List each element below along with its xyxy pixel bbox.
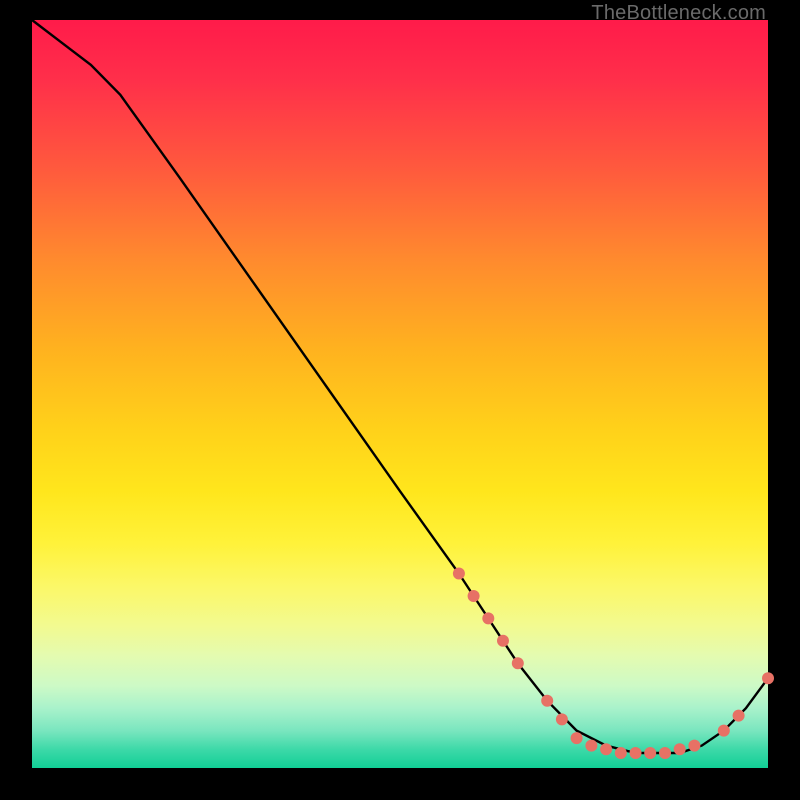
data-point bbox=[630, 747, 642, 759]
data-point bbox=[688, 740, 700, 752]
data-point bbox=[468, 590, 480, 602]
watermark-text: TheBottleneck.com bbox=[591, 2, 766, 25]
plot-area bbox=[32, 20, 768, 768]
data-point bbox=[659, 747, 671, 759]
bottleneck-curve bbox=[32, 20, 768, 753]
curve-markers bbox=[453, 568, 774, 760]
data-point bbox=[453, 568, 465, 580]
data-point bbox=[556, 713, 568, 725]
data-point bbox=[482, 612, 494, 624]
data-point bbox=[615, 747, 627, 759]
data-point bbox=[571, 732, 583, 744]
data-point bbox=[585, 740, 597, 752]
data-point bbox=[600, 743, 612, 755]
data-point bbox=[644, 747, 656, 759]
data-point bbox=[541, 695, 553, 707]
chart-frame: TheBottleneck.com bbox=[0, 0, 800, 800]
data-point bbox=[733, 710, 745, 722]
data-point bbox=[512, 657, 524, 669]
bottleneck-curve-svg bbox=[32, 20, 768, 768]
data-point bbox=[718, 725, 730, 737]
data-point bbox=[762, 672, 774, 684]
data-point bbox=[674, 743, 686, 755]
data-point bbox=[497, 635, 509, 647]
